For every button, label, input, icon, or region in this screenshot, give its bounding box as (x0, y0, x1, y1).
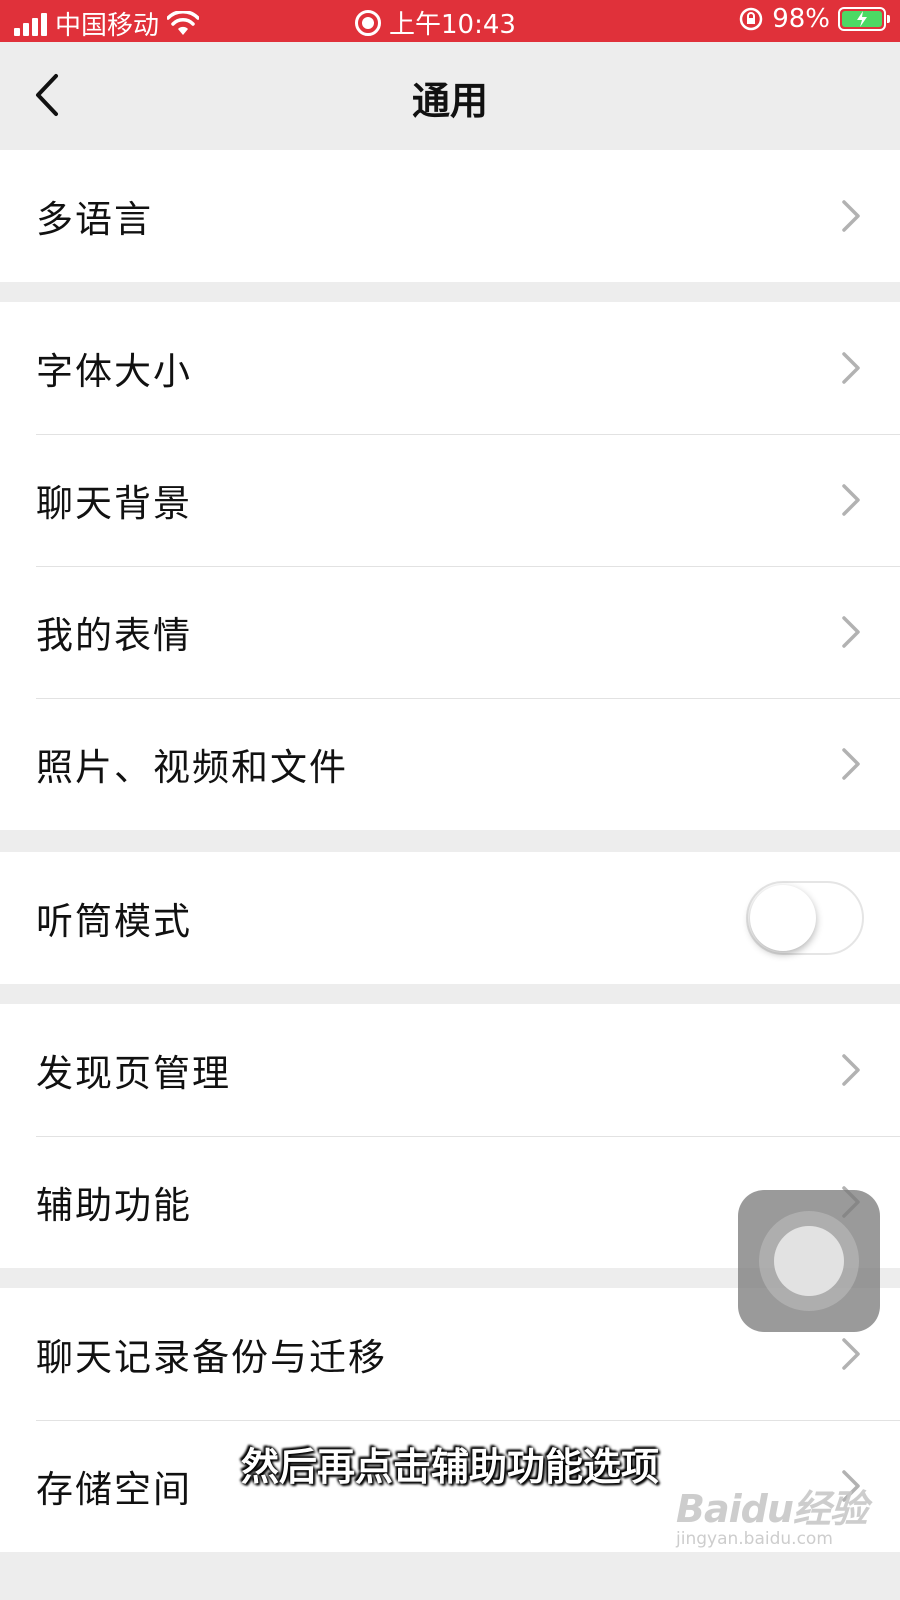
toggle-knob (750, 885, 816, 951)
menu-item-label: 辅助功能 (36, 1184, 192, 1227)
battery-icon (838, 7, 890, 31)
page-title: 通用 (411, 79, 488, 123)
chevron-right-icon (842, 1338, 860, 1370)
wifi-icon (167, 10, 200, 35)
carrier-name: 中国移动 (55, 11, 160, 41)
battery-percent: 98% (772, 4, 830, 34)
signal-icon (14, 12, 47, 36)
menu-item-font-size[interactable]: 字体大小 (0, 302, 900, 434)
menu-item-label: 我的表情 (36, 614, 192, 657)
chevron-right-icon (842, 200, 860, 232)
section-language: 多语言 (0, 150, 900, 282)
status-right: 98% (738, 4, 890, 34)
watermark: Baidu经验 jingyan.baidu.com (676, 1478, 868, 1549)
screen-record-icon (355, 9, 381, 36)
menu-item-label: 发现页管理 (36, 1052, 231, 1095)
menu-item-label: 多语言 (36, 198, 153, 241)
menu-item-label: 字体大小 (36, 350, 192, 393)
menu-item-photos-videos-files[interactable]: 照片、视频和文件 (0, 698, 900, 830)
status-bar: 中国移动 上午10:43 98% (0, 0, 900, 42)
chevron-right-icon (842, 484, 860, 516)
rotation-lock-icon (739, 7, 763, 31)
menu-item-label: 聊天记录备份与迁移 (36, 1336, 387, 1379)
earpiece-mode-toggle[interactable] (746, 881, 864, 955)
menu-item-discover-management[interactable]: 发现页管理 (0, 1004, 900, 1136)
section-earpiece: 听筒模式 (0, 852, 900, 984)
watermark-logo: Baidu经验 (676, 1487, 868, 1531)
menu-item-label: 照片、视频和文件 (36, 746, 348, 789)
status-time: 上午10:43 (389, 10, 516, 40)
menu-item-my-stickers[interactable]: 我的表情 (0, 566, 900, 698)
section-display: 字体大小 聊天背景 我的表情 照片、视频和文件 (0, 302, 900, 830)
chevron-right-icon (842, 616, 860, 648)
nav-bar: 通用 (0, 42, 900, 148)
menu-item-label: 听筒模式 (36, 900, 192, 943)
menu-item-label: 聊天背景 (36, 482, 192, 525)
menu-item-chat-background[interactable]: 聊天背景 (0, 434, 900, 566)
chevron-right-icon (842, 1054, 860, 1086)
assistive-touch-core (774, 1226, 844, 1296)
chevron-right-icon (842, 748, 860, 780)
chevron-right-icon (842, 352, 860, 384)
status-center: 上午10:43 (355, 4, 516, 41)
menu-item-language[interactable]: 多语言 (0, 150, 900, 282)
menu-item-earpiece-mode: 听筒模式 (0, 852, 900, 984)
status-left: 中国移动 (14, 5, 200, 42)
assistive-touch-button[interactable] (738, 1190, 880, 1332)
